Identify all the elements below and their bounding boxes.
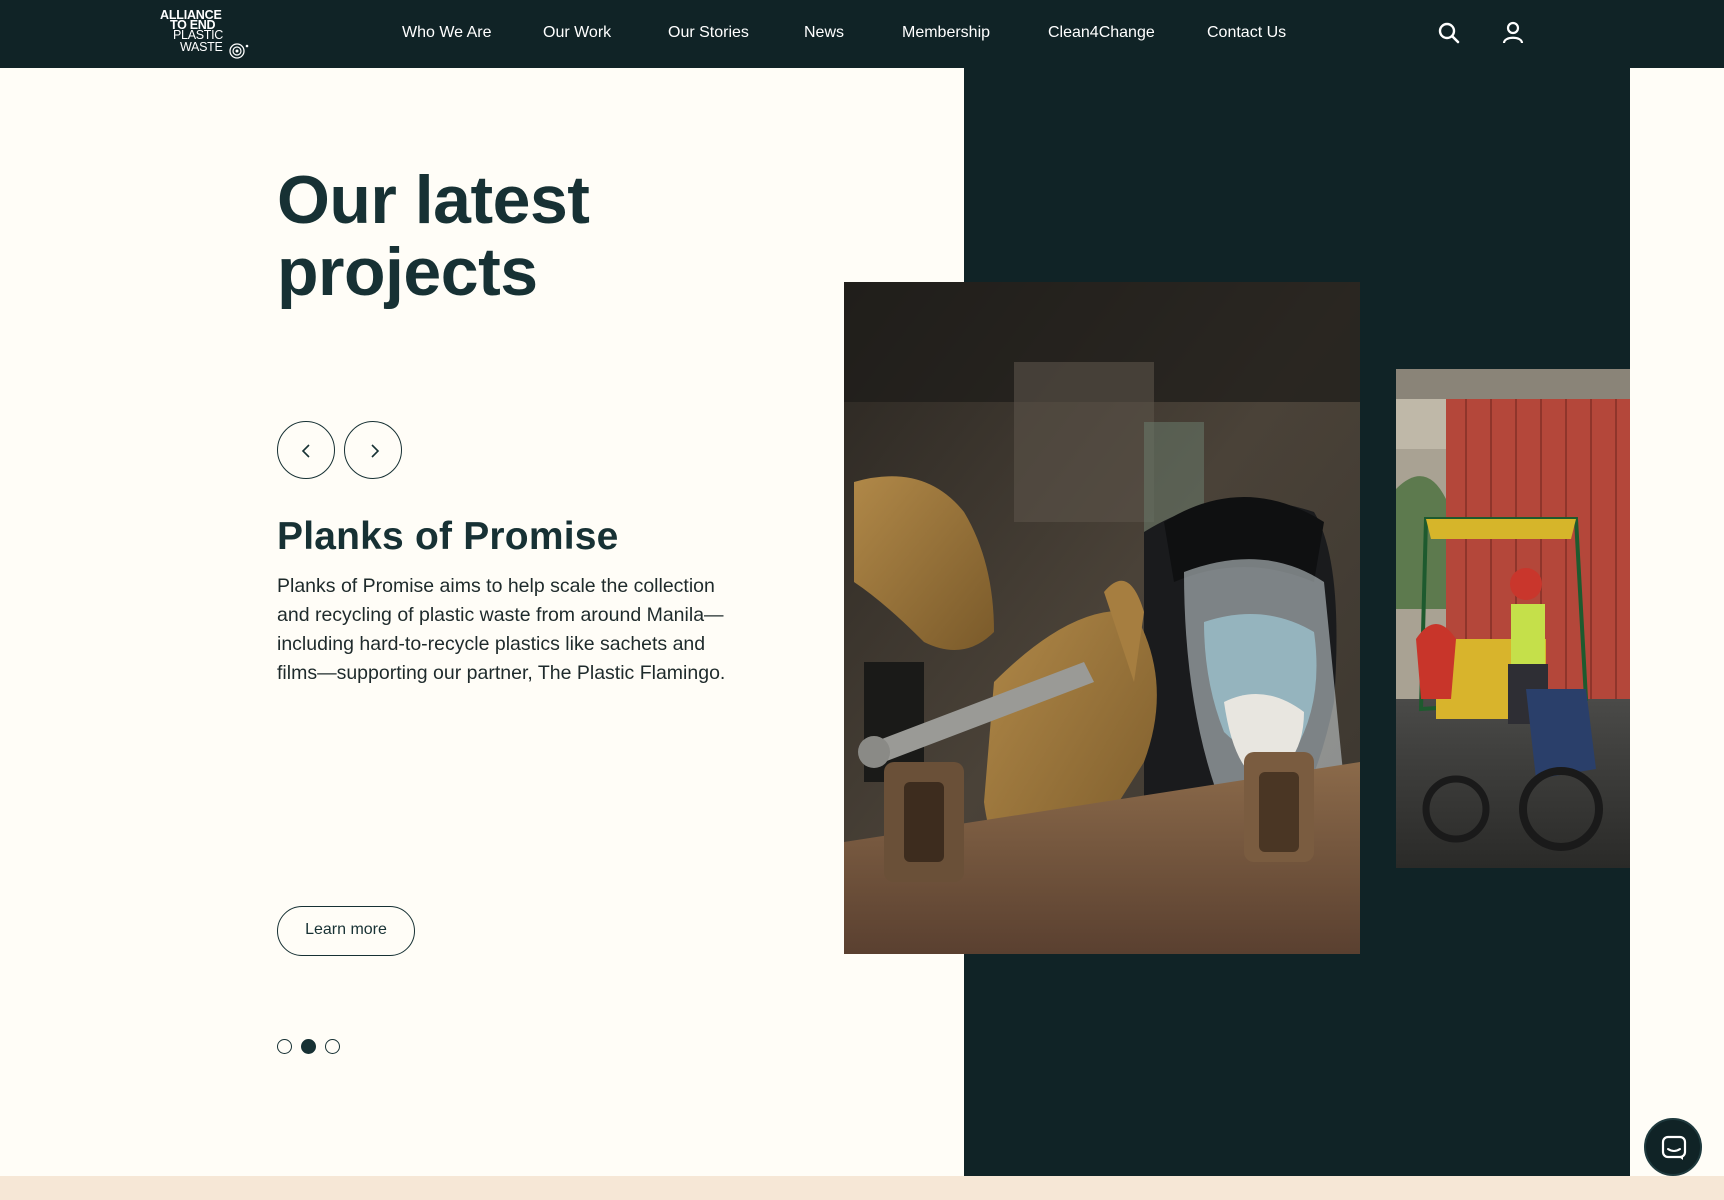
site-header: ALLIANCE TO END PLASTIC WASTE Who We Are… — [0, 0, 1724, 68]
section-heading: Our latest projects — [277, 164, 797, 308]
nav-our-stories[interactable]: Our Stories — [668, 24, 749, 42]
project-title: Planks of Promise — [277, 515, 619, 558]
chevron-right-icon — [371, 444, 380, 458]
carousel-dot-1[interactable] — [277, 1039, 292, 1054]
nav-news[interactable]: News — [804, 24, 844, 42]
carousel-dot-3[interactable] — [325, 1039, 340, 1054]
search-icon[interactable] — [1436, 20, 1462, 46]
chevron-left-icon — [301, 444, 310, 458]
chat-launcher-button[interactable] — [1644, 1118, 1702, 1176]
project-photo-tricycle — [1396, 369, 1630, 868]
carousel-prev-button[interactable] — [277, 421, 335, 479]
nav-clean4change[interactable]: Clean4Change — [1048, 24, 1155, 42]
nav-contact-us[interactable]: Contact Us — [1207, 24, 1286, 42]
project-photo-worker — [844, 282, 1360, 954]
footer-strip — [0, 1176, 1724, 1200]
user-icon[interactable] — [1500, 20, 1526, 46]
alliance-logo[interactable]: ALLIANCE TO END PLASTIC WASTE — [160, 9, 252, 59]
carousel-dot-2[interactable] — [301, 1039, 316, 1054]
heading-line-2: projects — [277, 234, 538, 310]
logo-line-4: WASTE — [180, 40, 223, 54]
nav-our-work[interactable]: Our Work — [543, 24, 611, 42]
chat-icon — [1661, 1135, 1687, 1160]
heading-line-1: Our latest — [277, 162, 590, 238]
nav-who-we-are[interactable]: Who We Are — [402, 24, 492, 42]
carousel-next-button[interactable] — [344, 421, 402, 479]
learn-more-button[interactable]: Learn more — [277, 906, 415, 956]
logo-spiral-icon — [229, 43, 249, 59]
project-description: Planks of Promise aims to help scale the… — [277, 575, 726, 684]
nav-membership[interactable]: Membership — [902, 24, 990, 42]
